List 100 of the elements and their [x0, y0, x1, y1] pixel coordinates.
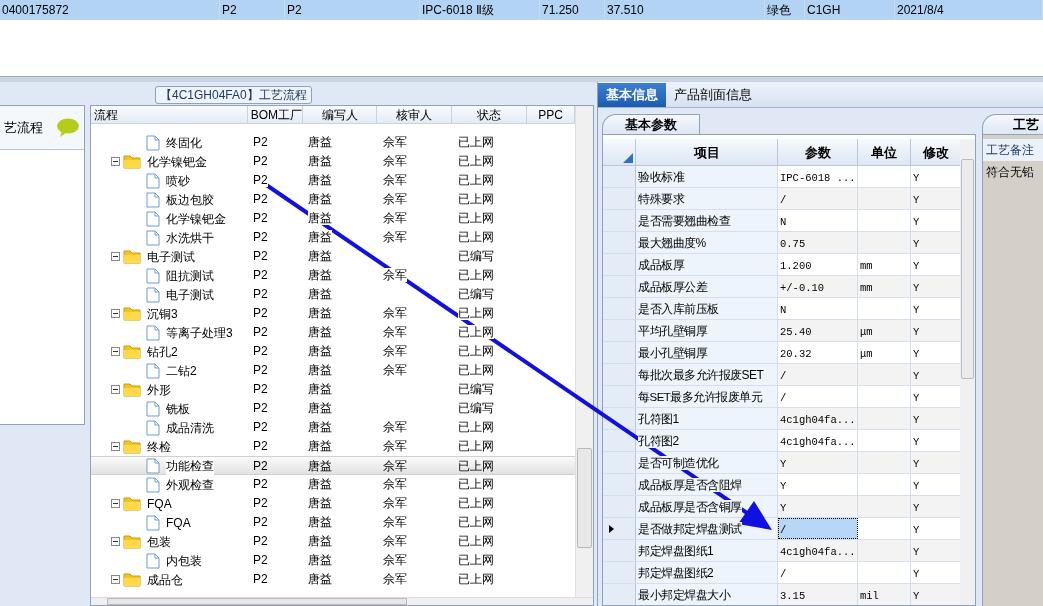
tree-row[interactable]: 外观检查 P2 唐益 佘军 已上网 — [91, 475, 575, 494]
table-cell: 佘军 — [383, 459, 407, 473]
table-cell: 成品板厚是否含阻焊 — [638, 478, 742, 492]
table-cell: 佘军 — [383, 325, 407, 339]
table-cell: mm — [860, 260, 873, 272]
tree-row[interactable]: 包装 P2 唐益 佘军 已上网 — [91, 532, 575, 551]
table-cell: Y — [780, 480, 787, 492]
table-cell: 4c1gh04fa... — [780, 436, 856, 448]
document-icon — [146, 457, 160, 474]
tab[interactable]: 基本参数 — [602, 114, 700, 134]
tree-row[interactable]: 终检 P2 唐益 佘军 已上网 — [91, 437, 575, 456]
table-cell: 已上网 — [458, 439, 494, 453]
table-cell: 每SET最多允许报废单元 — [638, 391, 763, 403]
collapse-icon[interactable] — [111, 575, 120, 584]
table-cell: P2 — [253, 553, 268, 567]
tree-row[interactable]: 二钻2 P2 唐益 佘军 已上网 — [91, 361, 575, 380]
table-cell: 特殊要求 — [638, 192, 684, 206]
tab[interactable]: 工艺 — [982, 114, 1043, 134]
column-header: 状态 — [452, 106, 528, 123]
tree-row[interactable]: 终固化 P2 唐益 佘军 已上网 — [91, 133, 575, 152]
table-cell: 已上网 — [458, 325, 494, 339]
table-cell: 佘军 — [383, 420, 407, 434]
collapse-icon[interactable] — [111, 499, 120, 508]
vertical-scrollbar[interactable] — [575, 106, 593, 597]
table-cell: 已上网 — [458, 344, 494, 358]
table-cell: Y — [913, 216, 920, 228]
table-cell: P2 — [253, 154, 268, 168]
vertical-scrollbar[interactable] — [960, 139, 975, 605]
tree-row[interactable]: 喷砂 P2 唐益 佘军 已上网 — [91, 171, 575, 190]
table-cell: 佘军 — [383, 230, 407, 244]
tree-row[interactable]: 沉铜3 P2 唐益 佘军 已上网 — [91, 304, 575, 323]
tree-row[interactable]: 成品仓 P2 唐益 佘军 已上网 — [91, 570, 575, 589]
tree-row[interactable]: 水洗烘干 P2 唐益 佘军 已上网 — [91, 228, 575, 247]
table-cell: 已上网 — [458, 534, 494, 548]
row-header[interactable] — [603, 518, 636, 539]
document-icon — [146, 400, 160, 417]
column-header: 编写人 — [302, 106, 378, 123]
collapse-icon[interactable] — [111, 252, 120, 261]
tree-row[interactable]: 电子测试 P2 唐益 已编写 — [91, 285, 575, 304]
group-title: 【4C1GH04FA0】工艺流程 — [155, 86, 312, 104]
tree-row[interactable]: 成品清洗 P2 唐益 佘军 已上网 — [91, 418, 575, 437]
folder-icon — [123, 306, 141, 321]
collapse-icon[interactable] — [111, 347, 120, 356]
table-cell: 验收标准 — [638, 170, 684, 184]
collapse-icon[interactable] — [111, 385, 120, 394]
table-cell: P2 — [253, 192, 268, 206]
table-cell: 佘军 — [383, 496, 407, 510]
row-header[interactable] — [603, 430, 636, 451]
tree-row[interactable]: 内包装 P2 唐益 佘军 已上网 — [91, 551, 575, 570]
tree-row[interactable]: 板边包胶 P2 唐益 佘军 已上网 — [91, 190, 575, 209]
table-cell: 佘军 — [383, 477, 407, 491]
table-cell: 佘军 — [383, 154, 407, 168]
panel-title: 艺流程 — [4, 118, 43, 137]
collapse-icon[interactable] — [111, 309, 120, 318]
table-cell: Y — [913, 370, 920, 382]
table-cell: 最小孔壁铜厚 — [638, 346, 707, 360]
collapse-icon[interactable] — [111, 442, 120, 451]
horizontal-scrollbar[interactable] — [91, 597, 593, 605]
table-cell: 已编写 — [458, 401, 494, 415]
table-cell: P2 — [253, 211, 268, 225]
table-cell: 成品板厚是否含铜厚 — [638, 500, 742, 514]
table-cell: P2 — [253, 382, 268, 396]
tab[interactable]: 产品剖面信息 — [666, 83, 760, 107]
table-cell: Y — [780, 458, 787, 470]
tree-row[interactable]: 化学镍钯金 P2 唐益 佘军 已上网 — [91, 209, 575, 228]
table-cell: Y — [913, 238, 920, 250]
folder-icon — [123, 154, 141, 169]
table-cell: 是否做邦定焊盘测试 — [638, 522, 742, 536]
collapse-icon[interactable] — [111, 537, 120, 546]
table-cell: / — [780, 194, 787, 206]
table-cell: 每批次最多允许报废SET — [638, 368, 764, 382]
tree-row[interactable]: 铣板 P2 唐益 已编写 — [91, 399, 575, 418]
table-cell: μm — [860, 326, 873, 338]
table-cell: 已编写 — [458, 382, 494, 396]
folder-icon — [123, 249, 141, 264]
table-cell-text: P2 — [222, 2, 237, 19]
table-cell: 唐益 — [308, 459, 332, 473]
tree-row[interactable]: 功能检查 P2 唐益 佘军 已上网 — [91, 456, 575, 475]
table-cell: μm — [860, 348, 873, 360]
document-icon — [146, 476, 160, 493]
tree-row[interactable]: 电子测试 P2 唐益 已编写 — [91, 247, 575, 266]
tree-row[interactable]: 钻孔2 P2 唐益 佘军 已上网 — [91, 342, 575, 361]
tree-row[interactable]: 化学镍钯金 P2 唐益 佘军 已上网 — [91, 152, 575, 171]
table-cell: 唐益 — [308, 515, 332, 529]
tree-row[interactable]: 阻抗测试 P2 唐益 佘军 已上网 — [91, 266, 575, 285]
table-cell: Y — [913, 194, 920, 206]
tree-row[interactable]: FQA P2 唐益 佘军 已上网 — [91, 494, 575, 513]
document-icon — [146, 324, 160, 341]
tree-row[interactable]: FQA P2 唐益 佘军 已上网 — [91, 513, 575, 532]
folder-icon — [123, 534, 141, 549]
table-cell: 已上网 — [458, 420, 494, 434]
collapse-icon[interactable] — [111, 157, 120, 166]
tree-row[interactable]: 等离子处理3 P2 唐益 佘军 已上网 — [91, 323, 575, 342]
table-cell: 4c1gh04fa... — [780, 414, 856, 426]
tree-row[interactable]: 外形 P2 唐益 已编写 — [91, 380, 575, 399]
tab[interactable]: 基本信息 — [598, 83, 666, 107]
table-cell: 佘军 — [383, 344, 407, 358]
table-cell: 3.15 — [780, 590, 806, 602]
table-cell: Y — [913, 502, 920, 514]
table-cell: P2 — [253, 268, 268, 282]
